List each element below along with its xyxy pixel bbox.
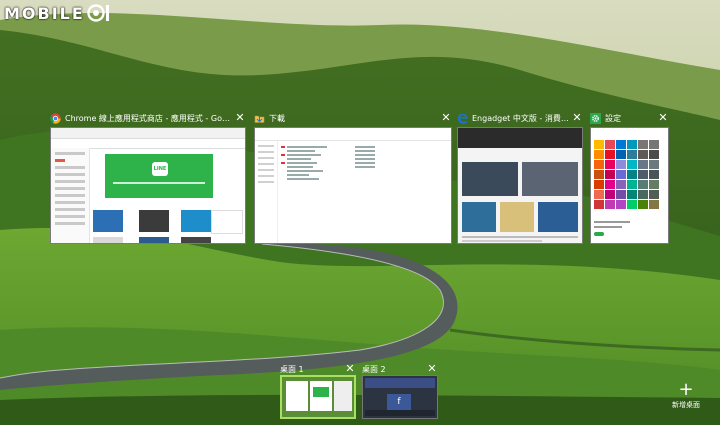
window-titlebar: Chrome 線上應用程式商店 - 應用程式 - Google Chr... ✕ (50, 110, 246, 126)
chrome-icon (50, 112, 61, 124)
desktop-thumbnail[interactable] (280, 375, 356, 419)
close-desktop-button[interactable]: ✕ (344, 363, 356, 375)
window-title: 下載 (269, 113, 285, 123)
mobile01-watermark: MOBILE (4, 2, 113, 24)
window-thumbnail[interactable]: LINE (50, 127, 246, 244)
watermark-text: MOBILE (4, 3, 85, 23)
close-window-button[interactable]: ✕ (234, 112, 246, 124)
close-window-button[interactable]: ✕ (657, 112, 669, 124)
plus-icon: + (678, 379, 694, 400)
store-sidebar (51, 148, 90, 243)
close-window-button[interactable]: ✕ (571, 112, 583, 124)
window-title: 設定 (605, 113, 621, 123)
window-titlebar: 下載 ✕ (254, 110, 452, 126)
explorer-sidebar (255, 141, 278, 243)
edge-icon (457, 113, 468, 124)
line-logo: LINE (152, 162, 168, 176)
line-banner: LINE (105, 154, 213, 198)
window-title: Chrome 線上應用程式商店 - 應用程式 - Google Chr... (65, 113, 234, 123)
task-window-downloads[interactable]: 下載 ✕ (254, 110, 452, 244)
new-desktop-label: 新增桌面 (672, 401, 700, 409)
mobile01-logo-icon (87, 4, 109, 22)
color-swatch-grid (594, 140, 659, 209)
task-window-chrome[interactable]: Chrome 線上應用程式商店 - 應用程式 - Google Chr... ✕… (50, 110, 246, 244)
desktop-label: 桌面 1 (280, 364, 304, 374)
facebook-icon: f (387, 394, 411, 410)
new-desktop-button[interactable]: + 新增桌面 (668, 379, 704, 410)
window-title: Engadget 中文版 - 消費性電... (472, 113, 571, 123)
folder-icon (254, 113, 265, 124)
window-titlebar: 設定 ✕ (590, 110, 669, 126)
gear-icon (590, 112, 601, 124)
task-window-edge[interactable]: Engadget 中文版 - 消費性電... ✕ (457, 110, 583, 244)
window-titlebar: Engadget 中文版 - 消費性電... ✕ (457, 110, 583, 126)
virtual-desktop-2[interactable]: 桌面 2 ✕ f (362, 363, 438, 419)
desktop-thumbnail[interactable]: f (362, 375, 438, 419)
close-desktop-button[interactable]: ✕ (426, 363, 438, 375)
virtual-desktop-1[interactable]: 桌面 1 ✕ (280, 363, 356, 419)
desktop-label: 桌面 2 (362, 364, 386, 374)
window-thumbnail[interactable] (590, 127, 669, 244)
window-thumbnail[interactable] (457, 127, 583, 244)
task-window-settings[interactable]: 設定 ✕ (590, 110, 669, 244)
close-window-button[interactable]: ✕ (440, 112, 452, 124)
window-thumbnail[interactable] (254, 127, 452, 244)
